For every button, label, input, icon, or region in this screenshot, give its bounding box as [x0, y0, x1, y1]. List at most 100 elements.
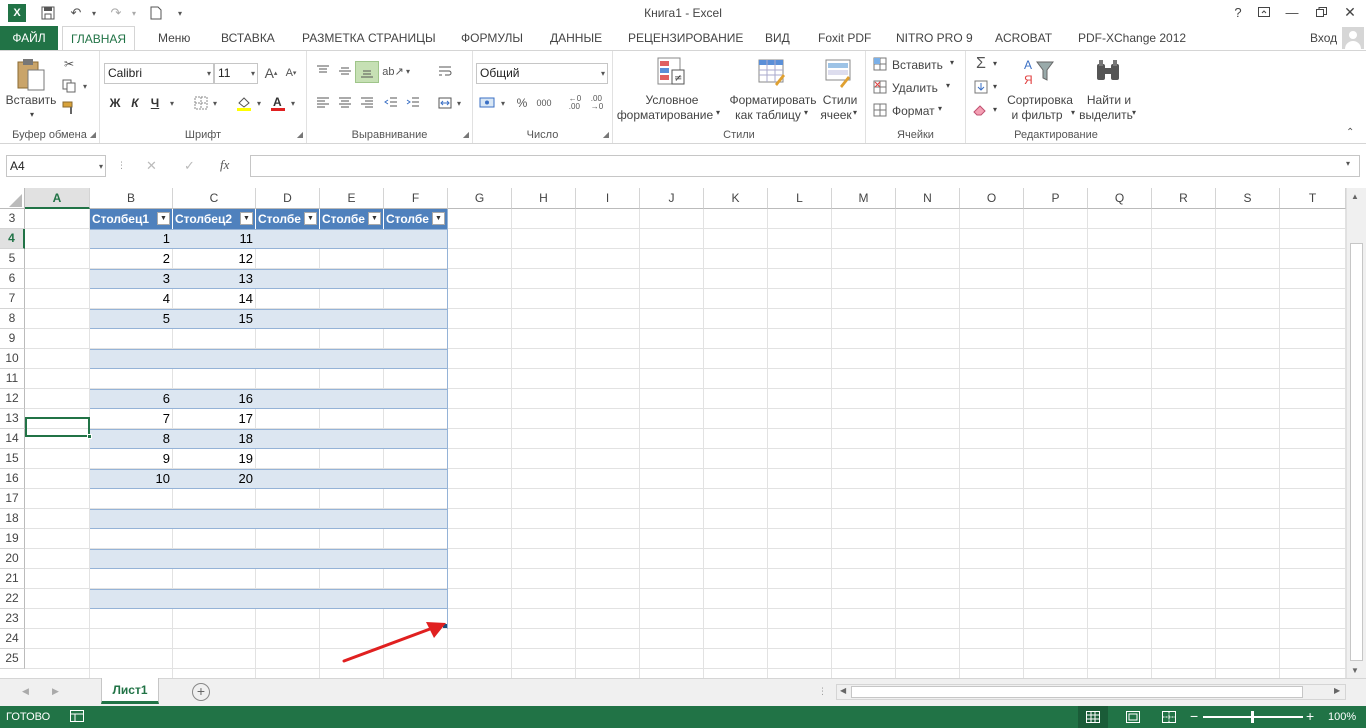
column-header-k[interactable]: K	[704, 188, 768, 209]
percent-style-button[interactable]: %	[513, 93, 531, 113]
table-cell[interactable]: 16	[173, 389, 256, 409]
table-cell[interactable]	[173, 329, 256, 349]
shrink-font-icon[interactable]: A ▾	[282, 63, 300, 83]
help-icon[interactable]: ?	[1225, 2, 1251, 22]
row-header-15[interactable]: 15	[0, 449, 25, 469]
sort-filter-label-2[interactable]: и фильтр	[1002, 108, 1072, 123]
scroll-right-icon[interactable]: ▶	[1334, 686, 1340, 695]
sort-filter-label-1[interactable]: Сортировка	[1000, 93, 1080, 108]
row-header-16[interactable]: 16	[0, 469, 25, 489]
underline-button[interactable]: Ч	[146, 93, 164, 113]
number-format-select[interactable]: Общий ▾	[476, 63, 608, 84]
format-as-table-dropdown-icon[interactable]: ▾	[804, 108, 808, 117]
filter-dropdown-icon[interactable]: ▼	[240, 212, 253, 225]
format-cells-icon[interactable]	[872, 102, 888, 118]
sort-filter-dropdown-icon[interactable]: ▾	[1071, 108, 1075, 117]
row-header-22[interactable]: 22	[0, 589, 25, 609]
fill-icon[interactable]	[972, 78, 990, 96]
close-icon[interactable]: ✕	[1337, 2, 1363, 22]
font-color-dropdown-icon[interactable]: ▾	[288, 93, 298, 113]
filter-dropdown-icon[interactable]: ▼	[368, 212, 381, 225]
table-cell[interactable]	[90, 329, 173, 349]
table-cell[interactable]: 5	[90, 309, 173, 329]
column-header-i[interactable]: I	[576, 188, 640, 209]
delete-cells-icon[interactable]	[872, 79, 888, 95]
cell-styles-label-1[interactable]: Стили	[817, 93, 863, 108]
conditional-formatting-label-2[interactable]: форматирование	[613, 108, 717, 123]
sign-in-link[interactable]: Вход	[1302, 26, 1345, 50]
font-dialog-launcher-icon[interactable]: ◢	[297, 130, 303, 139]
row-header-9[interactable]: 9	[0, 329, 25, 349]
row-header-11[interactable]: 11	[0, 369, 25, 389]
align-bottom-icon[interactable]	[355, 61, 379, 83]
column-header-o[interactable]: O	[960, 188, 1024, 209]
name-box[interactable]: A4 ▾	[6, 155, 106, 177]
fill-color-dropdown-icon[interactable]: ▾	[254, 93, 264, 113]
comma-style-button[interactable]: 000	[533, 93, 555, 113]
table-cell[interactable]	[90, 569, 173, 589]
zoom-out-icon[interactable]: −	[1190, 709, 1198, 723]
decrease-decimal-icon[interactable]: .00 →0	[587, 93, 607, 113]
bold-button[interactable]: Ж	[106, 93, 124, 113]
borders-dropdown-icon[interactable]: ▾	[210, 93, 220, 113]
scroll-up-icon[interactable]: ▲	[1351, 192, 1359, 201]
paste-dropdown-icon[interactable]: ▾	[22, 107, 42, 122]
delete-cells-button[interactable]: Удалить	[892, 81, 938, 95]
find-select-icon[interactable]	[1092, 56, 1124, 88]
fill-handle[interactable]	[87, 434, 92, 439]
number-dialog-launcher-icon[interactable]: ◢	[603, 130, 609, 139]
autosum-dropdown-icon[interactable]: ▾	[993, 59, 997, 68]
italic-button[interactable]: К	[126, 93, 144, 113]
conditional-formatting-label-1[interactable]: Условное	[617, 93, 727, 108]
fill-color-icon[interactable]	[234, 93, 254, 113]
vertical-scroll-thumb[interactable]	[1350, 243, 1363, 661]
table-cell[interactable]: 2	[90, 249, 173, 269]
select-all-button[interactable]	[0, 188, 25, 209]
table-cell[interactable]	[90, 609, 173, 629]
column-header-b[interactable]: B	[90, 188, 173, 209]
row-header-10[interactable]: 10	[0, 349, 25, 369]
sheet-tab-1[interactable]: Лист1	[101, 678, 159, 704]
row-header-23[interactable]: 23	[0, 609, 25, 629]
format-as-table-icon[interactable]	[756, 55, 788, 89]
filter-dropdown-icon[interactable]: ▼	[432, 212, 445, 225]
row-header-25[interactable]: 25	[0, 649, 25, 669]
row-header-4[interactable]: 4	[0, 229, 25, 249]
table-cell[interactable]: 15	[173, 309, 256, 329]
tab-file[interactable]: ФАЙЛ	[0, 26, 58, 50]
next-sheet-icon[interactable]: ▶	[52, 686, 59, 697]
minimize-icon[interactable]: —	[1279, 2, 1305, 22]
increase-decimal-icon[interactable]: ←0.00	[565, 93, 585, 113]
align-left-icon[interactable]	[313, 93, 333, 113]
enter-icon[interactable]: ✓	[184, 158, 195, 174]
format-as-table-label-2[interactable]: как таблицу	[725, 108, 811, 123]
tab-split-handle-icon[interactable]: ⋮	[818, 686, 827, 697]
row-header-20[interactable]: 20	[0, 549, 25, 569]
row-header-14[interactable]: 14	[0, 429, 25, 449]
insert-cells-dropdown-icon[interactable]: ▾	[950, 58, 954, 67]
underline-dropdown-icon[interactable]: ▾	[166, 93, 178, 113]
table-cell[interactable]: 7	[90, 409, 173, 429]
table-header-cell[interactable]: Столбец1 ▼	[90, 209, 172, 229]
copy-dropdown-icon[interactable]: ▾	[80, 77, 90, 95]
cell-styles-dropdown-icon[interactable]: ▾	[853, 108, 857, 117]
column-header-c[interactable]: C	[173, 188, 256, 209]
column-header-d[interactable]: D	[256, 188, 320, 209]
table-cell[interactable]	[173, 549, 256, 569]
table-cell[interactable]: 1	[90, 229, 173, 249]
column-header-n[interactable]: N	[896, 188, 960, 209]
formula-input[interactable]	[250, 155, 1360, 177]
increase-indent-icon[interactable]	[403, 93, 423, 113]
row-header-13[interactable]: 13	[0, 409, 25, 429]
table-header-cell[interactable]: Столбе ▼	[256, 209, 319, 229]
accounting-format-icon[interactable]	[477, 93, 499, 113]
table-cell[interactable]: 12	[173, 249, 256, 269]
align-center-icon[interactable]	[335, 93, 355, 113]
filter-dropdown-icon[interactable]: ▼	[157, 212, 170, 225]
cancel-icon[interactable]: ✕	[146, 158, 157, 174]
row-header-6[interactable]: 6	[0, 269, 25, 289]
tab-review[interactable]: РЕЦЕНЗИРОВАНИЕ	[620, 26, 751, 50]
clear-icon[interactable]	[972, 101, 990, 119]
prev-sheet-icon[interactable]: ◀	[22, 686, 29, 697]
restore-icon[interactable]	[1308, 2, 1334, 22]
